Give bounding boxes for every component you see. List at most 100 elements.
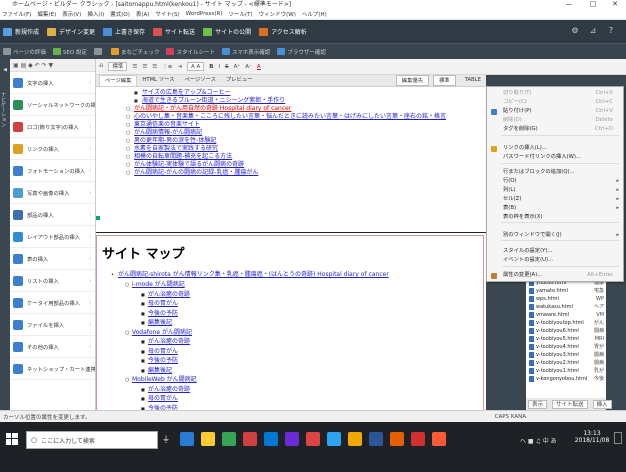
pin-icon[interactable]: ⊿ [588,26,598,36]
tool-button-3[interactable]: まなごチェック [110,48,159,56]
undo-icon[interactable]: ⎌ [99,63,103,70]
list-link[interactable]: 海道で生きるプルーン街道・ニシーング紫郎・手作り [142,97,285,104]
context-menu-item-8[interactable]: 行(O) ▸ [487,177,623,186]
taskbar-app-icon[interactable] [390,432,404,446]
subitem-link[interactable]: がん治癒の奇跡 [148,338,190,345]
menu-format[interactable]: 書式(O) [110,10,130,18]
taskbar-app-icon[interactable] [369,432,383,446]
tab-preview[interactable]: プレビュー [221,75,258,86]
list-link[interactable]: 東京通信楽の音楽サイト [134,121,200,128]
toolbar-button-3[interactable]: サイト転送 [153,27,195,36]
toolbar-button-0[interactable]: 新規作成 [3,27,39,36]
bold-button[interactable]: B [209,64,213,70]
context-menu-item-9[interactable]: 列(L) ▸ [487,186,623,195]
taskbar-app-icon[interactable] [306,432,320,446]
context-menu-item-15[interactable]: イベントの設定(U)... [487,256,623,265]
system-tray[interactable]: へ ■ ♫ 中 あ [520,436,557,445]
menu-view[interactable]: 表示(V) [62,10,81,18]
taskbar-app-icon[interactable] [432,432,446,446]
tool-button-2[interactable] [93,48,104,55]
list-link[interactable]: がん闘病情報-がん闘病記 [134,129,202,136]
minimize-button[interactable]: — [558,0,580,9]
gear-icon[interactable]: ⚙ [570,26,580,36]
taskbar-app-icon[interactable] [285,432,299,446]
context-menu-item-14[interactable]: スタイルの設定(Y)... [487,247,623,256]
taskbar-app-icon[interactable] [264,432,278,446]
tool-button-0[interactable]: ページの評価 [3,48,46,56]
file-row[interactable]: v-kongonyobou.html 今後 [526,375,606,383]
taskbar-search[interactable]: ○ ここに入力して検索 [26,431,158,449]
font-size-select[interactable]: A A [186,62,205,71]
menu-wordpress[interactable]: WordPress(R) [186,11,223,17]
menu-table[interactable]: 表(A) [136,10,150,18]
transfer-button[interactable]: サイト転送 [552,399,588,409]
insert-item-13[interactable]: ネットショップ・カート連携› [10,358,95,380]
file-row[interactable]: v-toubiyou2.html 闘病 [526,359,606,367]
file-row[interactable]: wps.html WP [526,295,606,303]
file-row[interactable]: vmware.html VM [526,311,606,319]
taskbar-app-icon[interactable] [180,432,194,446]
list-link[interactable]: がん闘病記・がん用自然の奇跡 Hospital diary of cancer [134,105,291,112]
insert-item-10[interactable]: ケータイ用部品の挿入 › [10,292,95,314]
taskbar-app-icon[interactable] [348,432,362,446]
context-menu-item-13[interactable]: 別のウィンドウで開く(J) ▸ [487,231,623,240]
tab-html-source[interactable]: HTML ソース [137,75,179,86]
taskbar-app-icon[interactable] [243,432,257,446]
context-menu-item-6[interactable]: パスワード付リンクの挿入(W)... [487,153,623,162]
menu-insert[interactable]: 挿入(I) [87,10,104,18]
align-center-icon[interactable]: ☰ [142,64,147,70]
subitem-link[interactable]: 母の胃がん [148,348,178,355]
insert-item-8[interactable]: 表の挿入 › [10,248,95,270]
subitem-link[interactable]: 今後の予防 [148,357,178,364]
menu-file[interactable]: ファイル(F) [2,10,31,18]
file-row[interactable]: v-toubiyou5.html MRI [526,335,606,343]
file-row[interactable]: v-toubiyou3.html 闘病 [526,351,606,359]
view-button[interactable]: 表示 [528,399,548,409]
editor-canvas[interactable]: サイズの広島をアップ&コーヒー海道で生きるプルーン街道・ニシーング紫郎・手作りが… [96,87,486,410]
navigation-tab-label[interactable]: ナビゲーション [0,79,7,139]
standard-select[interactable]: 標準 [433,75,456,86]
list-link[interactable]: サイズの広島をアップ&コーヒー [142,89,231,96]
table-label[interactable]: TABLE [460,75,486,86]
insert-item-1[interactable]: ソーシャルネットワークの挿› [10,94,95,116]
group-link[interactable]: MobileWeb がん闘病記 [132,376,197,383]
clock[interactable]: 13:13 2018/11/08 [574,430,610,444]
font-color-button[interactable]: A [257,64,261,70]
menu-site[interactable]: サイト(S) [155,10,179,18]
insert-item-0[interactable]: 文字の挿入 › [10,72,95,94]
insert-item-11[interactable]: ファイルを挿入 › [10,314,95,336]
subitem-link[interactable]: 母の胃がん [148,395,178,402]
indent-icon[interactable]: ⇥ [177,64,182,70]
list-link[interactable]: 男の更年期-男の涙を性-体験記 [134,137,216,144]
toolbar-button-4[interactable]: サイトの公開 [203,27,251,36]
tool-button-4[interactable]: スタイルシート [166,48,215,56]
insert-item-3[interactable]: リンクの挿入 › [10,138,95,160]
subitem-link[interactable]: 母の胃がん [148,300,178,307]
list-link[interactable]: がん闘病記-がんの闘病の記録-乳癌・腫瘍がん [134,169,258,176]
italic-button[interactable]: I [218,64,220,70]
font-smaller-button[interactable]: A⁻ [245,64,252,70]
context-menu-item-4[interactable]: タグを削除(G) Ctrl+D [487,125,623,134]
notification-icon[interactable] [614,432,622,444]
menu-tools[interactable]: ツール(T) [228,10,252,18]
list-icon[interactable]: ⋮≡ [162,64,172,70]
context-menu-item-1[interactable]: コピー(C) Ctrl+C [487,98,623,107]
microphone-icon[interactable]: ⏚ [162,434,170,445]
toolbar-button-2[interactable]: 上書き保存 [103,27,145,36]
list-link[interactable]: 水素を自家製法で実践する研究 [134,145,218,152]
toolbar-button-5[interactable]: アクセス解析 [259,27,307,36]
menu-window[interactable]: ウィンドウ(W) [259,10,296,18]
list-link[interactable]: 相模の自転車間題-補充を起こる方法 [134,153,232,160]
group-link[interactable]: i-mode がん闘病記 [132,281,185,288]
context-menu-item-16[interactable]: 属性の変更(A)... Alt+Enter [487,271,623,280]
context-menu-item-10[interactable]: セル(Z) ▸ [487,195,623,204]
sitemap-block[interactable]: サイト マップ • がん闘病記-shirota がん情報リンク集・乳癌・腫瘍癌・(… [96,235,484,410]
edit-mode-select[interactable]: 編集優先 [395,75,429,86]
subitem-link[interactable]: がん治癒の奇跡 [148,291,190,298]
insert-item-7[interactable]: レイアウト部品の挿入 › [10,226,95,248]
insert-button[interactable]: 挿入 [592,399,612,409]
file-row[interactable]: watukasu.html ヘア [526,303,606,311]
tool-button-1[interactable]: SEO 設定 [52,48,87,56]
taskbar-app-icon[interactable] [327,432,341,446]
maximize-button[interactable]: □ [582,0,604,9]
